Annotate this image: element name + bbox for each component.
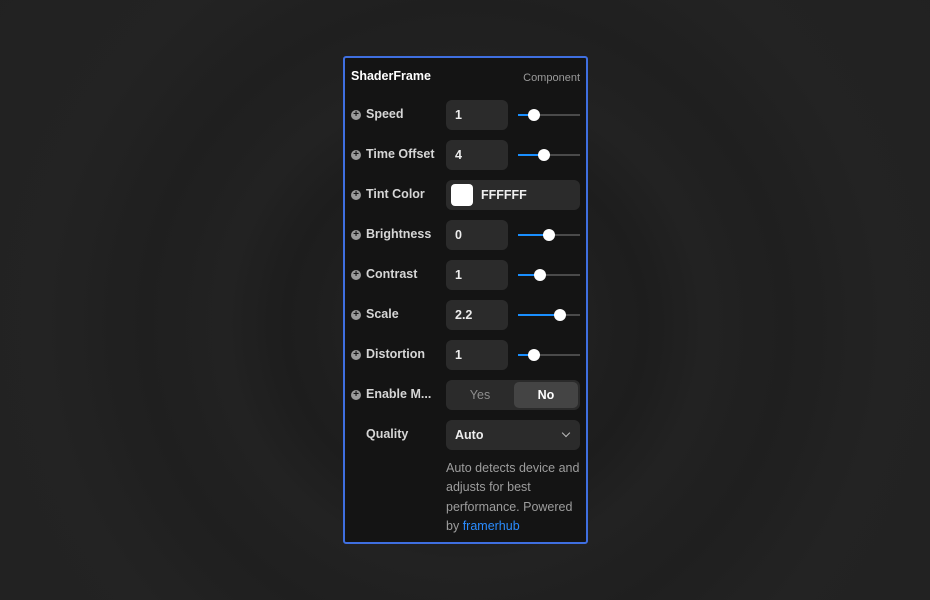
speed-input[interactable]: 1 — [446, 100, 508, 130]
control-label: Contrast — [366, 267, 418, 281]
framerhub-link[interactable]: framerhub — [463, 519, 520, 533]
control-label: Tint Color — [366, 187, 425, 201]
control-label: Speed — [366, 107, 404, 121]
slider-knob[interactable] — [554, 309, 566, 321]
control-row-scale: + Scale 2.2 — [345, 300, 586, 330]
tint-color-picker[interactable]: FFFFFF — [446, 180, 580, 210]
slider-knob[interactable] — [528, 109, 540, 121]
yes-option[interactable]: Yes — [448, 382, 512, 408]
plus-icon[interactable]: + — [351, 270, 361, 280]
control-row-distortion: + Distortion 1 — [345, 340, 586, 370]
no-option[interactable]: No — [514, 382, 578, 408]
brightness-slider[interactable] — [518, 229, 580, 241]
time-offset-input[interactable]: 4 — [446, 140, 508, 170]
contrast-input[interactable]: 1 — [446, 260, 508, 290]
distortion-slider[interactable] — [518, 349, 580, 361]
plus-icon[interactable]: + — [351, 150, 361, 160]
control-row-brightness: + Brightness 0 — [345, 220, 586, 250]
plus-icon[interactable]: + — [351, 110, 361, 120]
plus-icon[interactable]: + — [351, 390, 361, 400]
control-row-quality: Quality Auto — [345, 420, 586, 450]
properties-panel: ShaderFrame Component + Speed 1 + Time O… — [343, 56, 588, 544]
control-label: Brightness — [366, 227, 432, 241]
scale-slider[interactable] — [518, 309, 580, 321]
control-label: Scale — [366, 307, 399, 321]
distortion-input[interactable]: 1 — [446, 340, 508, 370]
panel-subtitle: Component — [523, 72, 580, 84]
contrast-slider[interactable] — [518, 269, 580, 281]
control-row-enable: + Enable M... Yes No — [345, 380, 586, 410]
plus-icon[interactable]: + — [351, 190, 361, 200]
slider-knob[interactable] — [534, 269, 546, 281]
scale-input[interactable]: 2.2 — [446, 300, 508, 330]
plus-icon[interactable]: + — [351, 350, 361, 360]
control-label: Enable M... — [366, 387, 432, 401]
quality-select[interactable]: Auto — [446, 420, 580, 450]
control-row-time-offset: + Time Offset 4 — [345, 140, 586, 170]
slider-knob[interactable] — [543, 229, 555, 241]
speed-slider[interactable] — [518, 109, 580, 121]
panel-title: ShaderFrame — [351, 69, 431, 83]
enable-toggle-group: Yes No — [446, 380, 580, 410]
brightness-input[interactable]: 0 — [446, 220, 508, 250]
quality-selected-value: Auto — [455, 428, 484, 442]
time-offset-slider[interactable] — [518, 149, 580, 161]
slider-knob[interactable] — [538, 149, 550, 161]
control-label: Time Offset — [366, 147, 435, 161]
panel-header: ShaderFrame Component — [351, 68, 580, 86]
color-hex-value[interactable]: FFFFFF — [481, 188, 527, 202]
plus-icon[interactable]: + — [351, 230, 361, 240]
slider-knob[interactable] — [528, 349, 540, 361]
color-swatch[interactable] — [451, 184, 473, 206]
control-row-tint-color: + Tint Color FFFFFF — [345, 180, 586, 210]
control-label: Distortion — [366, 347, 426, 361]
plus-icon[interactable]: + — [351, 310, 361, 320]
control-row-contrast: + Contrast 1 — [345, 260, 586, 290]
control-row-speed: + Speed 1 — [345, 100, 586, 130]
chevron-down-icon — [561, 428, 571, 438]
description-text: Auto detects device and adjusts for best… — [446, 459, 582, 536]
control-label: Quality — [366, 427, 409, 441]
